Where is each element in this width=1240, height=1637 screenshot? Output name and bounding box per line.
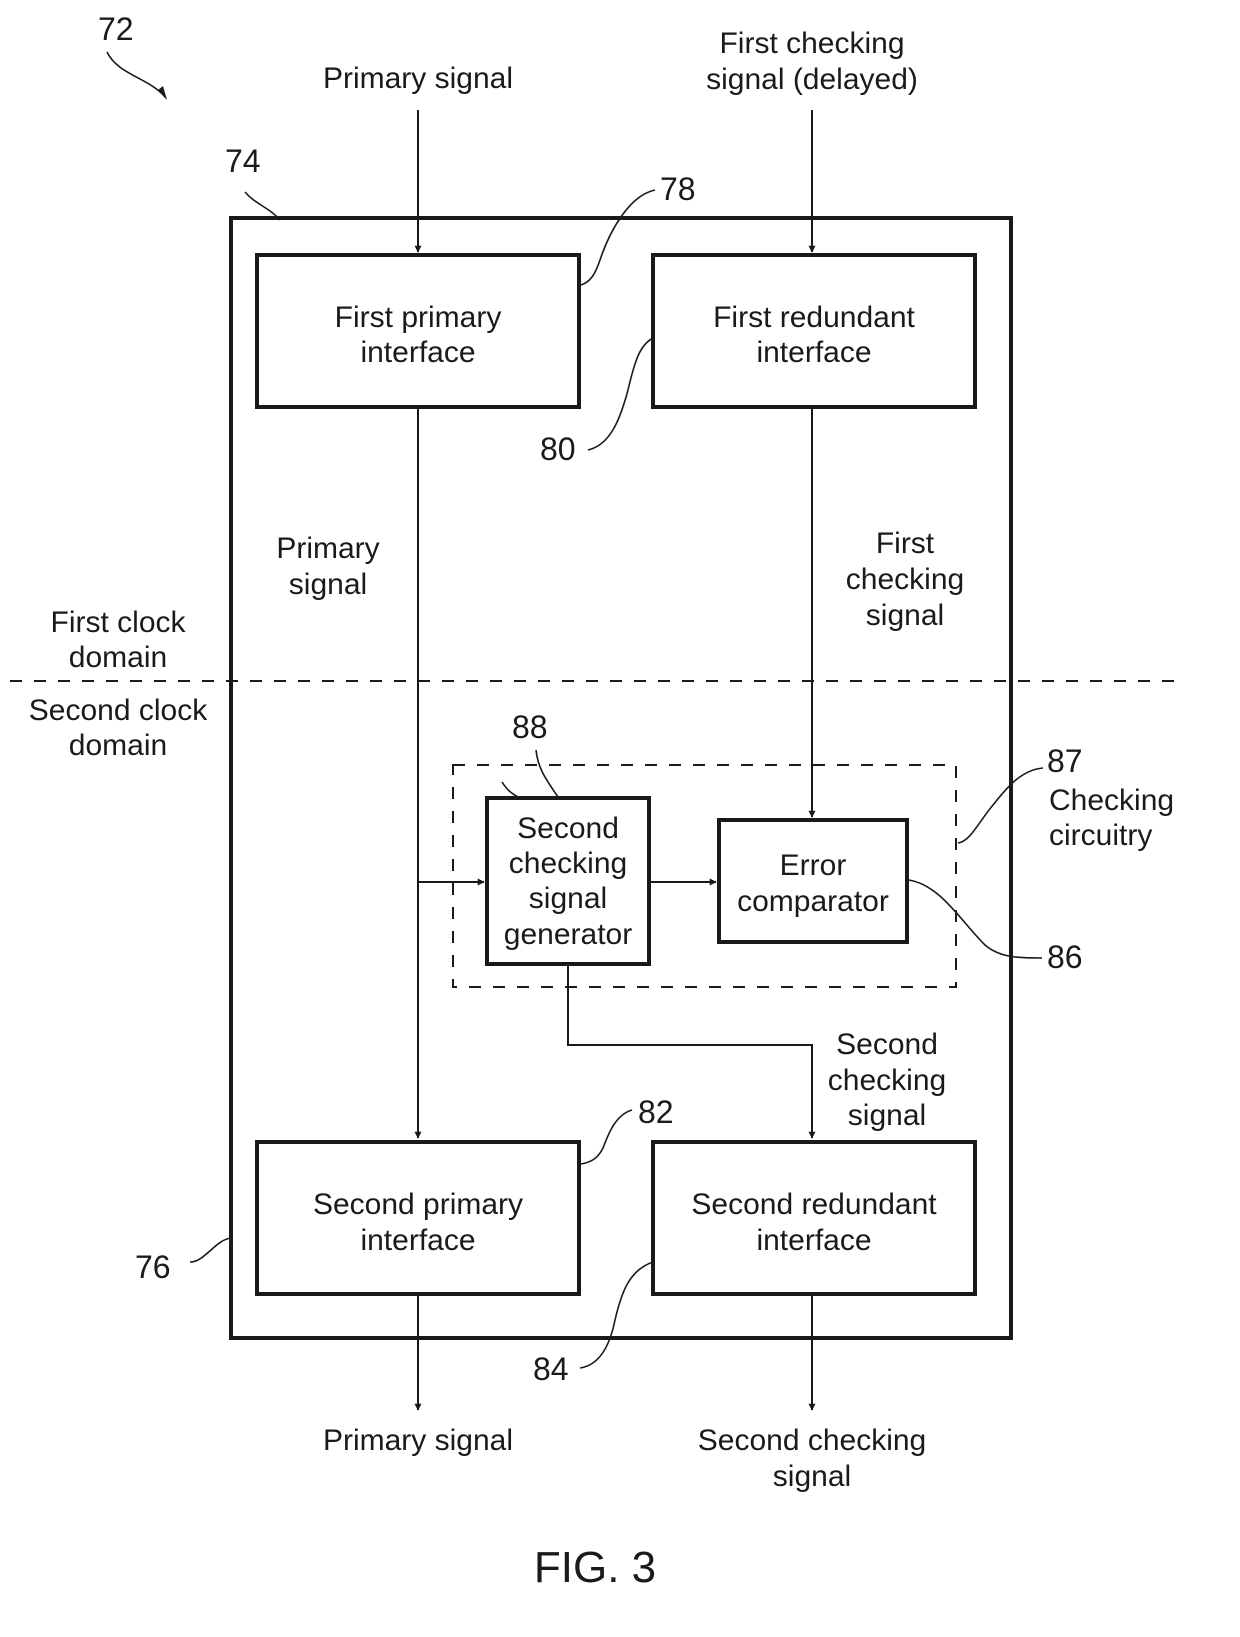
wire-label-primary-line2: signal [289,568,367,601]
generator-label-line3: signal [529,882,607,915]
second-primary-interface-label-line1: Second primary [313,1188,523,1221]
second-redundant-interface-label-line1: Second redundant [691,1188,937,1221]
diagram-canvas: 72 Primary signal First checking signal … [10,11,1180,1592]
first-clock-domain-line2: domain [69,641,167,674]
input-first-checking-label-line2: signal (delayed) [706,63,918,96]
first-primary-interface-label-line2: interface [360,336,475,369]
generator-label-line1: Second [517,812,619,845]
first-redundant-interface-label-line2: interface [756,336,871,369]
wire-label-first-checking-line2: checking [846,563,964,596]
first-redundant-interface-block: First redundant interface [651,253,977,409]
ref-74-leader [244,191,281,221]
output-primary-signal-label: Primary signal [323,1424,513,1457]
ref-82-leader [580,1109,633,1165]
wire-label-first-checking-line3: signal [866,599,944,632]
output-second-checking-label-line1: Second checking [698,1424,927,1457]
wire-label-second-checking-line1: Second [836,1028,938,1061]
checking-circuitry-label-line2: circuitry [1049,819,1152,852]
error-comparator-label-line1: Error [780,849,847,882]
ref-88-leader-stub [501,781,528,800]
wire-label-second-checking-line2: checking [828,1064,946,1097]
ref-80-leader [587,337,654,451]
generator-label-line4: generator [504,918,632,951]
ref-84-leader [579,1261,654,1369]
wire-second-checking-signal [567,966,816,1139]
generator-label-line2: checking [509,847,627,880]
ref-88: 88 [512,709,548,745]
second-primary-interface-block: Second primary interface [255,1140,581,1296]
ref-76-leader [189,1237,232,1263]
ref-74: 74 [225,143,261,179]
ref-82: 82 [638,1094,674,1130]
second-clock-domain-line2: domain [69,729,167,762]
ref-86-leader [908,879,1043,959]
second-primary-interface-label-line2: interface [360,1224,475,1257]
input-first-checking-label-line1: First checking [719,27,904,60]
second-redundant-interface-label-line2: interface [756,1224,871,1257]
ref-76: 76 [135,1249,171,1285]
second-redundant-interface-block: Second redundant interface [651,1140,977,1296]
first-redundant-interface-label-line1: First redundant [713,301,915,334]
ref-87: 87 [1047,743,1083,779]
checking-circuitry-label-line1: Checking [1049,784,1174,817]
error-comparator-label-line2: comparator [737,885,889,918]
outer-block [229,216,1013,1340]
ref-72: 72 [98,11,134,47]
first-primary-interface-block: First primary interface [255,253,581,409]
first-clock-domain-line1: First clock [51,606,187,639]
wire-label-first-checking-line1: First [876,527,935,560]
error-comparator-block: Error comparator [717,818,909,944]
second-clock-domain-line1: Second clock [29,694,208,727]
ref-72-arrowhead [158,86,167,100]
wire-label-second-checking-line3: signal [848,1099,926,1132]
wire-label-primary-line1: Primary [276,532,379,565]
ref-80: 80 [540,431,576,467]
output-second-checking-label-line2: signal [773,1460,851,1493]
input-primary-signal-label: Primary signal [323,62,513,95]
ref-86: 86 [1047,939,1083,975]
second-checking-signal-generator-block: Second checking signal generator [485,796,651,966]
ref-72-leader [106,51,167,99]
ref-78: 78 [660,171,696,207]
ref-84: 84 [533,1351,569,1387]
ref-88-leader [535,749,559,798]
ref-87-leader [957,767,1044,844]
ref-78-leader [580,189,656,286]
figure-caption: FIG. 3 [534,1543,656,1592]
first-primary-interface-label-line1: First primary [335,301,502,334]
